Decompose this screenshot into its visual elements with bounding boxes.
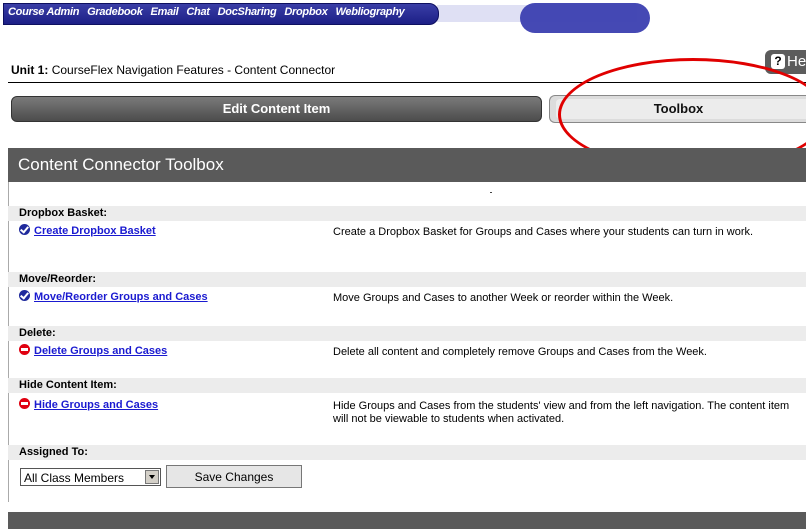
select-value: All Class Members bbox=[24, 471, 125, 485]
stray-dot bbox=[490, 192, 492, 193]
assigned-to-select[interactable]: All Class Members bbox=[20, 468, 161, 486]
category-label: Hide Content Item: bbox=[8, 378, 806, 393]
nav-docsharing[interactable]: DocSharing bbox=[218, 6, 277, 18]
section-title: Content Connector Toolbox bbox=[8, 148, 806, 182]
link-text: Hide Groups and Cases bbox=[34, 399, 159, 411]
link-text: Move/Reorder Groups and Cases bbox=[34, 291, 208, 303]
hide-groups-link[interactable]: Hide Groups and Cases bbox=[19, 398, 158, 411]
unit-label: Unit 1: bbox=[11, 63, 49, 77]
create-dropbox-basket-link[interactable]: Create Dropbox Basket bbox=[19, 224, 156, 237]
link-text: Create Dropbox Basket bbox=[34, 225, 156, 237]
assigned-to-label: Assigned To: bbox=[8, 445, 806, 460]
move-reorder-link[interactable]: Move/Reorder Groups and Cases bbox=[19, 290, 208, 303]
link-text: Delete Groups and Cases bbox=[34, 345, 168, 357]
topnav-items: Course Admin Gradebook Email Chat DocSha… bbox=[8, 6, 405, 18]
nav-gradebook[interactable]: Gradebook bbox=[87, 6, 143, 18]
unit-title: CourseFlex Navigation Features - Content… bbox=[51, 63, 336, 77]
row-description: Create a Dropbox Basket for Groups and C… bbox=[333, 226, 754, 238]
nav-course-admin[interactable]: Course Admin bbox=[8, 6, 79, 18]
row-description: Delete all content and completely remove… bbox=[333, 346, 707, 358]
category-label: Delete: bbox=[8, 326, 806, 341]
unit-heading: Unit 1: CourseFlex Navigation Features -… bbox=[11, 63, 335, 77]
row-description: Hide Groups and Cases from the students'… bbox=[333, 400, 790, 425]
nav-dropbox[interactable]: Dropbox bbox=[284, 6, 327, 18]
delete-groups-link[interactable]: Delete Groups and Cases bbox=[19, 344, 167, 357]
save-changes-button[interactable]: Save Changes bbox=[166, 465, 302, 488]
minus-icon bbox=[19, 398, 30, 409]
check-icon bbox=[19, 290, 30, 301]
chevron-down-icon[interactable] bbox=[145, 470, 159, 484]
top-navigation: Course Admin Gradebook Email Chat DocSha… bbox=[0, 0, 806, 33]
help-label: Hel bbox=[787, 53, 806, 70]
tab-edit-content-item[interactable]: Edit Content Item bbox=[11, 96, 542, 122]
footer-bar bbox=[8, 512, 806, 529]
minus-icon bbox=[19, 344, 30, 355]
category-label: Move/Reorder: bbox=[8, 272, 806, 287]
nav-webliography[interactable]: Webliography bbox=[336, 6, 405, 18]
row-description: Move Groups and Cases to another Week or… bbox=[333, 292, 674, 304]
topnav-decoration bbox=[520, 3, 650, 33]
category-label: Dropbox Basket: bbox=[8, 206, 806, 221]
check-icon bbox=[19, 224, 30, 235]
nav-chat[interactable]: Chat bbox=[186, 6, 210, 18]
help-icon: ? bbox=[771, 54, 785, 69]
nav-email[interactable]: Email bbox=[151, 6, 179, 18]
